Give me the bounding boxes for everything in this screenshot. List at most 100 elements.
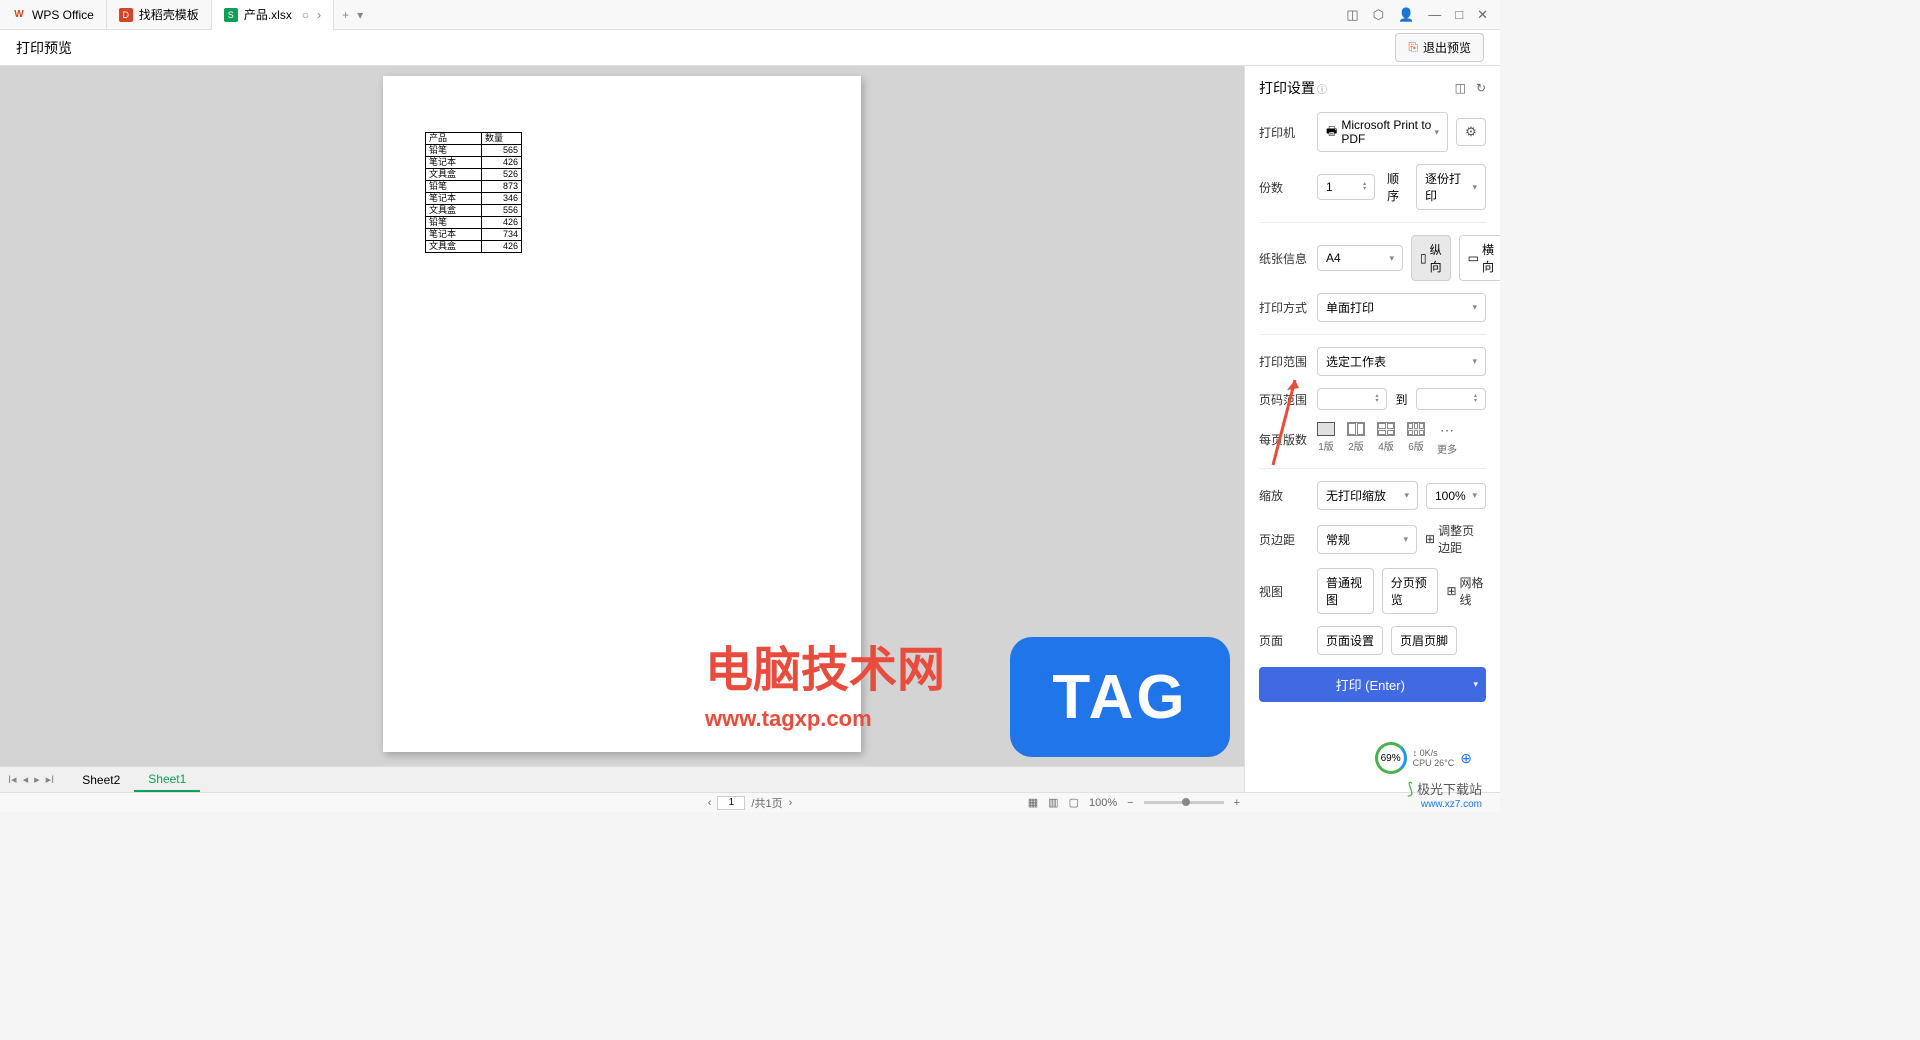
portrait-icon: ▯ xyxy=(1420,251,1427,265)
chevron-down-icon: ▾ xyxy=(1404,490,1409,501)
copies-input[interactable]: 1 ▴▾ xyxy=(1317,174,1375,200)
view-page-button[interactable]: 分页预览 xyxy=(1382,568,1439,614)
layout-4-button[interactable]: 4版 xyxy=(1377,422,1395,456)
view-mode-3-icon[interactable]: ▢ xyxy=(1069,796,1079,809)
print-range-value: 选定工作表 xyxy=(1326,353,1386,370)
table-row: 铅笔426 xyxy=(426,217,522,229)
page-setup-button[interactable]: 页面设置 xyxy=(1317,626,1383,655)
orientation-portrait-button[interactable]: ▯ 纵向 xyxy=(1411,235,1451,281)
table-row: 笔记本426 xyxy=(426,157,522,169)
sheet-last-button[interactable]: ▸I xyxy=(46,773,55,786)
panel-title: 打印设置ⓘ xyxy=(1259,78,1327,98)
view-normal-button[interactable]: 普通视图 xyxy=(1317,568,1374,614)
order-select[interactable]: 逐份打印 ▾ xyxy=(1416,164,1486,210)
download-site-watermark: ⟆ 极光下载站 www.xz7.com xyxy=(1407,779,1482,810)
tab-file[interactable]: S 产品.xlsx ○ › xyxy=(212,0,334,30)
scale-select[interactable]: 无打印缩放 ▾ xyxy=(1317,481,1418,510)
paper-select[interactable]: A4 ▾ xyxy=(1317,245,1403,271)
page-prev-button[interactable]: ‹ xyxy=(708,797,712,809)
status-bar: ‹ /共1页 › ▦ ▥ ▢ 100% − + xyxy=(0,792,1500,812)
sheet-bar: I◂ ◂ ▸ ▸I Sheet2 Sheet1 xyxy=(0,766,1244,792)
add-tab-button[interactable]: + xyxy=(342,8,349,22)
copies-label: 份数 xyxy=(1259,179,1309,196)
print-range-select[interactable]: 选定工作表 ▾ xyxy=(1317,347,1486,376)
printer-value: Microsoft Print to PDF xyxy=(1341,118,1434,146)
margin-select[interactable]: 常规 ▾ xyxy=(1317,525,1417,554)
tab-label: 找稻壳模板 xyxy=(139,6,199,23)
layout-2-button[interactable]: 2版 xyxy=(1347,422,1365,456)
panel-refresh-icon[interactable]: ↻ xyxy=(1476,81,1486,95)
print-mode-select[interactable]: 单面打印 ▾ xyxy=(1317,293,1486,322)
table-row: 笔记本346 xyxy=(426,193,522,205)
page-total: /共1页 xyxy=(751,795,782,811)
cube-icon[interactable]: ⬡ xyxy=(1373,7,1384,23)
pages-per-label: 每页版数 xyxy=(1259,431,1309,448)
tab-menu-icon[interactable]: ○ xyxy=(302,8,309,22)
minimize-button[interactable]: — xyxy=(1428,7,1441,22)
page-to-input[interactable]: ▴▾ xyxy=(1416,388,1486,410)
print-mode-label: 打印方式 xyxy=(1259,299,1309,316)
print-button[interactable]: 打印 (Enter) ▾ xyxy=(1259,667,1486,702)
perf-circle: 69% xyxy=(1375,742,1407,774)
preview-canvas: 产品数量 铅笔565 笔记本426 文具盒526 铅笔873 笔记本346 文具… xyxy=(0,66,1244,792)
xlsx-icon: S xyxy=(224,8,238,22)
preview-header: 打印预览 ⎘ 退出预览 xyxy=(0,30,1500,66)
chevron-down-icon: ▾ xyxy=(1403,534,1408,545)
view-mode-2-icon[interactable]: ▥ xyxy=(1048,796,1058,809)
layout-more-button[interactable]: ⋯更多 xyxy=(1437,422,1457,456)
sheet-tab-sheet2[interactable]: Sheet2 xyxy=(68,769,134,791)
scale-percent: 100% xyxy=(1435,489,1466,503)
margin-label: 页边距 xyxy=(1259,531,1309,548)
tab-template[interactable]: D 找稻壳模板 xyxy=(107,0,212,30)
layout-6-button[interactable]: 6版 xyxy=(1407,422,1425,456)
user-avatar-icon[interactable]: 👤 xyxy=(1398,7,1414,23)
tab-wps[interactable]: W WPS Office xyxy=(0,0,107,30)
orientation-landscape-button[interactable]: ▭ 横向 xyxy=(1459,235,1500,281)
chevron-down-icon: ▾ xyxy=(1472,302,1477,313)
zoom-in-button[interactable]: + xyxy=(1234,797,1240,809)
table-row: 文具盒526 xyxy=(426,169,522,181)
printer-settings-button[interactable]: ⚙ xyxy=(1456,118,1486,146)
landscape-icon: ▭ xyxy=(1468,251,1479,265)
grid-icon: ⊞ xyxy=(1446,584,1456,598)
header-footer-button[interactable]: 页眉页脚 xyxy=(1391,626,1457,655)
sheet-prev-button[interactable]: ◂ xyxy=(23,773,29,786)
sheet-tab-sheet1[interactable]: Sheet1 xyxy=(134,768,200,792)
view-label: 视图 xyxy=(1259,583,1309,600)
layout-1-button[interactable]: 1版 xyxy=(1317,422,1335,456)
view-mode-1-icon[interactable]: ▦ xyxy=(1028,796,1038,809)
tab-close-icon[interactable]: › xyxy=(317,8,321,22)
gridlines-button[interactable]: ⊞ 网格线 xyxy=(1446,574,1486,608)
exit-icon: ⎘ xyxy=(1408,40,1418,55)
zoom-out-button[interactable]: − xyxy=(1127,797,1133,809)
zoom-slider[interactable] xyxy=(1144,801,1224,804)
chevron-down-icon: ▾ xyxy=(1472,490,1477,501)
page-from-input[interactable]: ▴▾ xyxy=(1317,388,1387,410)
table-row: 文具盒556 xyxy=(426,205,522,217)
more-icon: ⋯ xyxy=(1440,422,1454,439)
exit-preview-button[interactable]: ⎘ 退出预览 xyxy=(1395,33,1484,62)
template-icon: D xyxy=(119,8,133,22)
order-label: 顺序 xyxy=(1387,170,1408,204)
chevron-down-icon: ▾ xyxy=(1389,253,1394,264)
tab-label: 产品.xlsx xyxy=(244,6,292,23)
gear-icon: ⚙ xyxy=(1465,124,1477,140)
page-next-button[interactable]: › xyxy=(789,797,793,809)
sheet-first-button[interactable]: I◂ xyxy=(8,773,17,786)
panel-toggle-icon[interactable]: ◫ xyxy=(1346,7,1358,23)
sheet-next-button[interactable]: ▸ xyxy=(34,773,40,786)
panel-layout-icon[interactable]: ◫ xyxy=(1455,81,1466,95)
printer-select[interactable]: 🖶 Microsoft Print to PDF ▾ xyxy=(1317,112,1448,152)
paper-value: A4 xyxy=(1326,251,1341,265)
close-button[interactable]: ✕ xyxy=(1477,7,1488,23)
print-settings-panel: 打印设置ⓘ ◫ ↻ 打印机 🖶 Microsoft Print to PDF ▾… xyxy=(1244,66,1500,792)
tab-dropdown-icon[interactable]: ▾ xyxy=(357,8,363,22)
chevron-down-icon: ▾ xyxy=(1472,182,1477,193)
maximize-button[interactable]: □ xyxy=(1455,7,1463,22)
table-row: 铅笔873 xyxy=(426,181,522,193)
adjust-margin-button[interactable]: ⊞ 调整页边距 xyxy=(1425,522,1486,556)
page-number-input[interactable] xyxy=(717,796,745,810)
scale-percent-select[interactable]: 100% ▾ xyxy=(1426,483,1486,509)
table-header: 产品 xyxy=(426,133,482,145)
copies-value: 1 xyxy=(1326,180,1333,194)
